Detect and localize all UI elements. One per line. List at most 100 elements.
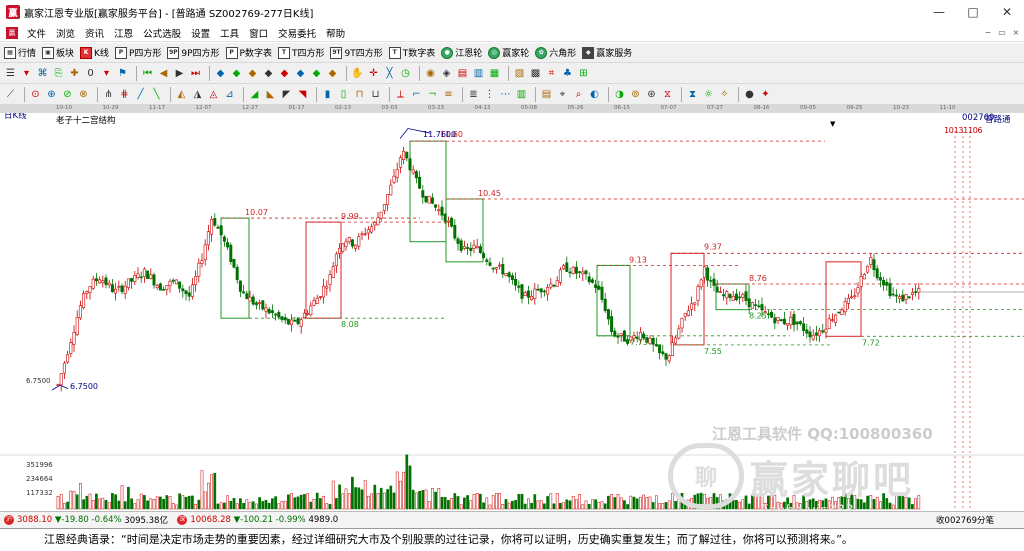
mdi-restore-button[interactable]: ▭ xyxy=(996,26,1008,38)
analysis-tool-35-icon[interactable]: ⊛ xyxy=(645,88,658,101)
draw-tool-8-icon[interactable]: ⏮ xyxy=(141,67,154,80)
draw-tool-15-icon[interactable]: ◆ xyxy=(262,67,275,80)
toolbar-grid-button[interactable]: ▦ 行情 xyxy=(4,46,36,59)
mdi-close-button[interactable]: × xyxy=(1010,26,1022,38)
draw-tool-16-icon[interactable]: ◆ xyxy=(278,67,291,80)
menu-settings[interactable]: 设置 xyxy=(186,26,215,40)
draw-tool-28-icon[interactable]: ▦ xyxy=(488,67,501,80)
analysis-tool-5-icon[interactable]: ⋔ xyxy=(102,88,115,101)
toolbar-hexagon-button[interactable]: ✿ 六角形 xyxy=(535,46,576,59)
draw-tool-3-icon[interactable]: ⎘ xyxy=(52,67,65,80)
study-dropdown-icon[interactable]: ▼ xyxy=(830,120,835,128)
analysis-tool-21-icon[interactable]: ⟂ xyxy=(394,88,407,101)
toolbar-candle-button[interactable]: K K线 xyxy=(80,46,109,59)
analysis-tool-7-icon[interactable]: ╱ xyxy=(134,88,147,101)
draw-tool-4-icon[interactable]: ✚ xyxy=(68,67,81,80)
shenzhen-index-icon[interactable]: 深 xyxy=(177,515,188,525)
analysis-tool-17-icon[interactable]: ▮ xyxy=(321,88,334,101)
draw-tool-9-icon[interactable]: ◀ xyxy=(157,67,170,80)
analysis-tool-26-icon[interactable]: ⋮ xyxy=(483,88,496,101)
menu-info[interactable]: 资讯 xyxy=(80,26,109,40)
analysis-tool-31-icon[interactable]: ⌕ xyxy=(572,88,585,101)
draw-tool-14-icon[interactable]: ◆ xyxy=(246,67,259,80)
menu-formula[interactable]: 公式选股 xyxy=(138,26,186,40)
menu-trade[interactable]: 交易委托 xyxy=(273,26,321,40)
analysis-tool-24-icon[interactable]: ≡ xyxy=(442,88,455,101)
draw-tool-17-icon[interactable]: ◆ xyxy=(294,67,307,80)
analysis-tool-23-icon[interactable]: ¬ xyxy=(426,88,439,101)
analysis-tool-9-icon[interactable]: ◭ xyxy=(175,88,188,101)
draw-tool-12-icon[interactable]: ◆ xyxy=(214,67,227,80)
draw-tool-30-icon[interactable]: ▩ xyxy=(529,67,542,80)
menu-gann[interactable]: 江恩 xyxy=(109,26,138,40)
analysis-tool-34-icon[interactable]: ⊚ xyxy=(629,88,642,101)
analysis-tool-38-icon[interactable]: ☼ xyxy=(702,88,715,101)
analysis-tool-3-icon[interactable]: ⊘ xyxy=(61,88,74,101)
analysis-tool-32-icon[interactable]: ◐ xyxy=(588,88,601,101)
minimize-button[interactable]: — xyxy=(922,0,956,24)
menu-tools[interactable]: 工具 xyxy=(215,26,244,40)
close-button[interactable]: ✕ xyxy=(990,0,1024,24)
toolbar-9t-square-button[interactable]: 9T 9T四方形 xyxy=(330,46,383,59)
analysis-tool-8-icon[interactable]: ╲ xyxy=(150,88,163,101)
draw-tool-24-icon[interactable]: ◉ xyxy=(424,67,437,80)
tick-data-label[interactable]: 收002769分笔 xyxy=(936,514,994,526)
analysis-tool-6-icon[interactable]: ⋕ xyxy=(118,88,131,101)
analysis-tool-14-icon[interactable]: ◣ xyxy=(264,88,277,101)
analysis-tool-37-icon[interactable]: ⧗ xyxy=(686,88,699,101)
toolbar-9p-square-button[interactable]: 9P 9P四方形 xyxy=(167,46,220,59)
analysis-tool-36-icon[interactable]: ⧖ xyxy=(661,88,674,101)
draw-tool-33-icon[interactable]: ⊞ xyxy=(577,67,590,80)
analysis-tool-28-icon[interactable]: ▥ xyxy=(515,88,528,101)
draw-tool-26-icon[interactable]: ▤ xyxy=(456,67,469,80)
draw-tool-21-icon[interactable]: ✛ xyxy=(367,67,380,80)
analysis-tool-2-icon[interactable]: ⊕ xyxy=(45,88,58,101)
draw-tool-20-icon[interactable]: ✋ xyxy=(351,67,364,80)
menu-browse[interactable]: 浏览 xyxy=(51,26,80,40)
draw-tool-22-icon[interactable]: ╳ xyxy=(383,67,396,80)
shanghai-index-icon[interactable]: 沪 xyxy=(4,515,14,525)
analysis-tool-25-icon[interactable]: ≣ xyxy=(467,88,480,101)
draw-tool-23-icon[interactable]: ◷ xyxy=(399,67,412,80)
draw-tool-10-icon[interactable]: ▶ xyxy=(173,67,186,80)
analysis-tool-16-icon[interactable]: ◥ xyxy=(296,88,309,101)
analysis-tool-33-icon[interactable]: ◑ xyxy=(613,88,626,101)
toolbar-gann-wheel-button[interactable]: ● 江恩轮 xyxy=(441,46,482,59)
draw-tool-27-icon[interactable]: ▥ xyxy=(472,67,485,80)
analysis-tool-29-icon[interactable]: ▤ xyxy=(540,88,553,101)
analysis-tool-19-icon[interactable]: ⊓ xyxy=(353,88,366,101)
draw-tool-25-icon[interactable]: ◈ xyxy=(440,67,453,80)
analysis-tool-13-icon[interactable]: ◢ xyxy=(248,88,261,101)
draw-tool-29-icon[interactable]: ▧ xyxy=(513,67,526,80)
analysis-tool-0-icon[interactable]: ⟋ xyxy=(4,88,17,101)
toolbar-t-square-button[interactable]: T T四方形 xyxy=(277,46,324,59)
draw-tool-18-icon[interactable]: ◆ xyxy=(310,67,323,80)
analysis-tool-4-icon[interactable]: ⊗ xyxy=(77,88,90,101)
kline-chart-panel[interactable]: 10.07 9.99 8.08 10.45 9.13 9.37 7.73 7.55 8.76 8.… xyxy=(0,113,1024,511)
draw-tool-0-icon[interactable]: ☰ xyxy=(4,67,17,80)
analysis-tool-10-icon[interactable]: ◮ xyxy=(191,88,204,101)
draw-tool-11-icon[interactable]: ⏭ xyxy=(189,67,202,80)
analysis-tool-18-icon[interactable]: ▯ xyxy=(337,88,350,101)
analysis-tool-1-icon[interactable]: ⊙ xyxy=(29,88,42,101)
analysis-tool-15-icon[interactable]: ◤ xyxy=(280,88,293,101)
analysis-tool-41-icon[interactable]: ✦ xyxy=(759,88,772,101)
analysis-tool-27-icon[interactable]: ⋯ xyxy=(499,88,512,101)
toolbar-winner-wheel-button[interactable]: ◎ 赢家轮 xyxy=(488,46,529,59)
draw-tool-13-icon[interactable]: ◆ xyxy=(230,67,243,80)
toolbar-t-table-button[interactable]: T T数字表 xyxy=(388,46,435,59)
toolbar-p-table-button[interactable]: P P数字表 xyxy=(225,46,272,59)
menu-help[interactable]: 帮助 xyxy=(321,26,350,40)
menu-file[interactable]: 文件 xyxy=(22,26,51,40)
draw-tool-1-icon[interactable]: ▾ xyxy=(20,67,33,80)
draw-tool-6-icon[interactable]: ▾ xyxy=(100,67,113,80)
draw-tool-2-icon[interactable]: ⌘ xyxy=(36,67,49,80)
draw-tool-7-icon[interactable]: ⚑ xyxy=(116,67,129,80)
draw-tool-32-icon[interactable]: ♣ xyxy=(561,67,574,80)
analysis-tool-11-icon[interactable]: ◬ xyxy=(207,88,220,101)
analysis-tool-12-icon[interactable]: ⊿ xyxy=(223,88,236,101)
toolbar-board-button[interactable]: ▣ 板块 xyxy=(42,46,74,59)
draw-tool-5-icon[interactable]: 0 xyxy=(84,67,97,80)
analysis-tool-39-icon[interactable]: ✧ xyxy=(718,88,731,101)
draw-tool-31-icon[interactable]: ⌗ xyxy=(545,67,558,80)
